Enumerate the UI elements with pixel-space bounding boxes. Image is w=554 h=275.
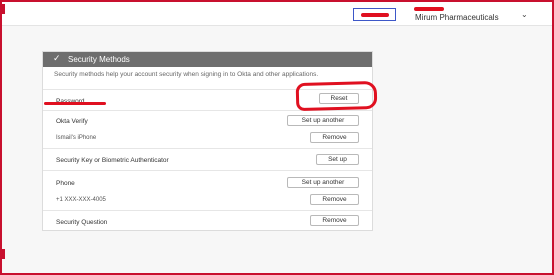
method-row-phone: Phone Set up another +1 XXX-XXX-4005 Rem…: [43, 170, 372, 210]
remove-okta-device-button[interactable]: Remove: [310, 132, 359, 143]
security-description: Security methods help your account secur…: [54, 71, 319, 78]
edge-mark: [2, 4, 5, 14]
redacted-user-menu[interactable]: [353, 8, 396, 21]
edge-mark: [2, 249, 5, 259]
device-name: Ismail's iPhone: [56, 135, 97, 141]
security-methods-panel: ✓ Security Methods Security methods help…: [42, 51, 373, 231]
method-label: Security Key or Biometric Authenticator: [56, 157, 169, 164]
setup-security-key-button[interactable]: Set up: [316, 154, 359, 165]
panel-title: Security Methods: [68, 55, 130, 64]
top-bar: Mirum Pharmaceuticals ⌄: [2, 2, 552, 26]
chevron-down-icon[interactable]: ⌄: [521, 10, 528, 19]
annotation-circle: [295, 80, 378, 112]
method-row-security-question: Security Question Remove: [43, 210, 372, 231]
method-label: Phone: [56, 180, 75, 187]
chevron-check-icon: ✓: [53, 53, 61, 63]
app-frame: Mirum Pharmaceuticals ⌄ ✓ Security Metho…: [0, 0, 554, 275]
redaction-mark: [361, 13, 389, 17]
panel-header[interactable]: ✓ Security Methods: [43, 52, 372, 67]
annotation-underline: [44, 102, 106, 105]
remove-phone-button[interactable]: Remove: [310, 194, 359, 205]
setup-another-okta-button[interactable]: Set up another: [287, 115, 359, 126]
method-label: Security Question: [56, 219, 108, 226]
remove-security-question-button[interactable]: Remove: [310, 215, 359, 226]
method-row-security-key: Security Key or Biometric Authenticator …: [43, 148, 372, 170]
org-name[interactable]: Mirum Pharmaceuticals: [415, 13, 499, 22]
setup-another-phone-button[interactable]: Set up another: [287, 177, 359, 188]
method-label: Okta Verify: [56, 118, 88, 125]
redaction-mark: [414, 7, 444, 11]
method-row-okta-verify: Okta Verify Set up another Ismail's iPho…: [43, 110, 372, 148]
phone-number: +1 XXX-XXX-4005: [56, 197, 106, 203]
